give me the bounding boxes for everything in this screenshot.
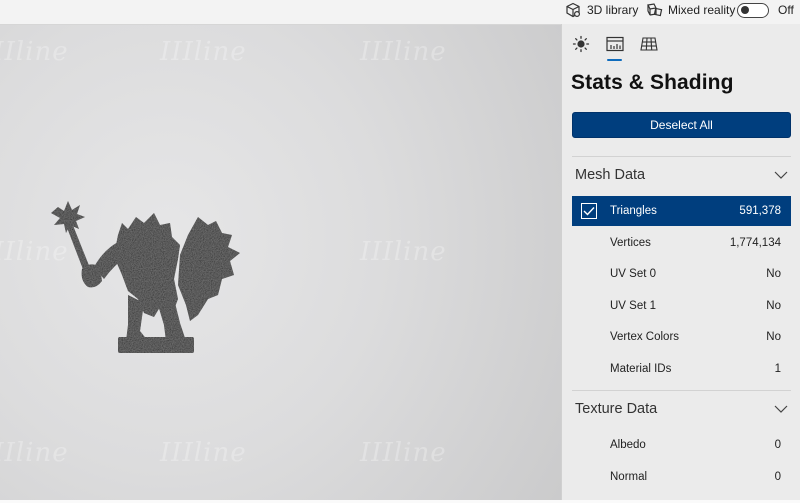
watermark: IIIline: [160, 438, 247, 468]
watermark: IIIline: [360, 237, 447, 267]
row-label: Normal: [610, 471, 648, 483]
checkmark-icon: [583, 207, 595, 216]
3d-library-button[interactable]: 3D library: [564, 0, 638, 20]
row-value: 591,378: [739, 205, 781, 217]
checkbox-checked[interactable]: [581, 203, 597, 219]
row-label: UV Set 1: [610, 300, 657, 312]
row-label: Albedo: [610, 439, 646, 451]
toggle-state-label: Off: [778, 3, 794, 17]
mixed-reality-button[interactable]: Mixed reality: [645, 0, 735, 20]
cube-icon: [564, 1, 582, 19]
sun-icon: [572, 35, 590, 53]
panel-title: Stats & Shading: [571, 71, 734, 94]
3d-library-label: 3D library: [587, 3, 639, 17]
row-value: 1: [774, 363, 781, 375]
texture-data-header[interactable]: Texture Data: [575, 397, 790, 421]
tab-lighting[interactable]: [570, 33, 592, 55]
mesh-data-title: Mesh Data: [575, 167, 646, 183]
mesh-row-material-ids[interactable]: Material IDs 1: [572, 354, 791, 384]
mesh-row-vertex-colors[interactable]: Vertex Colors No: [572, 322, 791, 352]
stats-chart-icon: [606, 36, 624, 52]
tab-grid[interactable]: [638, 33, 660, 55]
top-bar: 3D library Mixed reality Off: [0, 0, 800, 24]
texture-row-albedo[interactable]: Albedo 0: [572, 430, 791, 460]
stats-shading-panel: Stats & Shading Deselect All Mesh Data T…: [561, 24, 800, 500]
watermark: IIIline: [0, 37, 69, 67]
row-value: 0: [774, 439, 781, 451]
watermark: IIIline: [0, 438, 69, 468]
mesh-row-vertices[interactable]: Vertices 1,774,134: [572, 228, 791, 258]
mesh-row-uv-set-1[interactable]: UV Set 1 No: [572, 291, 791, 321]
chevron-down-icon: [774, 171, 788, 179]
row-value: No: [766, 268, 781, 280]
mixed-reality-toggle[interactable]: [737, 0, 769, 20]
mesh-row-uv-set-0[interactable]: UV Set 0 No: [572, 259, 791, 289]
tab-stats[interactable]: [604, 33, 626, 61]
mesh-row-triangles[interactable]: Triangles 591,378: [572, 196, 791, 226]
deselect-all-button[interactable]: Deselect All: [572, 112, 791, 138]
grid-icon: [640, 37, 658, 51]
mixed-reality-cubes-icon: [645, 1, 663, 19]
texture-data-title: Texture Data: [575, 401, 658, 417]
3d-model-orc[interactable]: [48, 195, 244, 357]
row-label: Triangles: [610, 205, 657, 217]
row-value: No: [766, 300, 781, 312]
row-value: No: [766, 331, 781, 343]
row-label: Vertices: [610, 237, 651, 249]
panel-tabs: [570, 33, 660, 61]
divider: [572, 156, 791, 157]
mixed-reality-label: Mixed reality: [668, 3, 736, 17]
mesh-data-header[interactable]: Mesh Data: [575, 163, 790, 187]
3d-viewport[interactable]: IIIline IIIline IIIline IIIline IIIline …: [0, 24, 561, 500]
watermark: IIIline: [360, 37, 447, 67]
app-window: 3D library Mixed reality Off IIIline III…: [0, 0, 800, 503]
row-label: Vertex Colors: [610, 331, 680, 343]
chevron-down-icon: [774, 405, 788, 413]
row-label: UV Set 0: [610, 268, 657, 280]
row-value: 0: [774, 471, 781, 483]
watermark: IIIline: [160, 37, 247, 67]
watermark: IIIline: [360, 438, 447, 468]
row-label: Material IDs: [610, 363, 672, 375]
row-value: 1,774,134: [729, 237, 781, 249]
toggle-knob: [741, 6, 749, 14]
texture-row-normal[interactable]: Normal 0: [572, 462, 791, 492]
divider: [572, 390, 791, 391]
toggle-track[interactable]: [737, 2, 769, 18]
